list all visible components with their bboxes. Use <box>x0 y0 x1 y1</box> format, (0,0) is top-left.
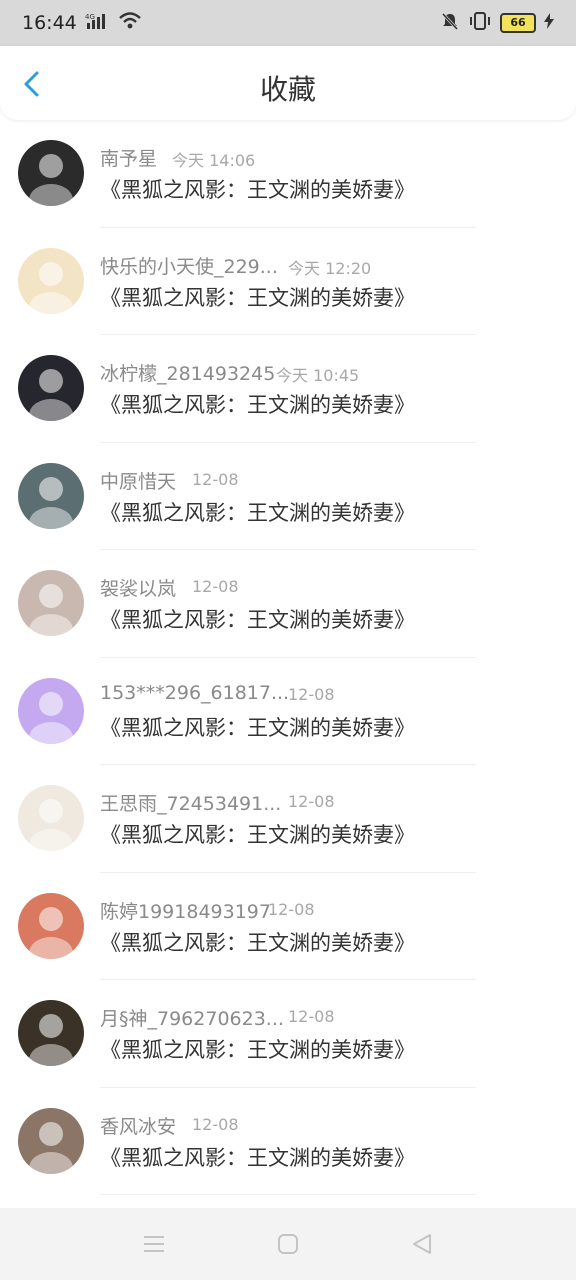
list-item[interactable]: 香风冰安 12-08 《黑狐之风影：王文渊的美娇妻》 <box>0 1088 576 1195</box>
avatar[interactable] <box>18 355 84 421</box>
timestamp: 12-08 <box>192 469 239 489</box>
avatar[interactable] <box>18 1000 84 1066</box>
avatar[interactable] <box>18 140 84 206</box>
list-item[interactable]: 月§神_796270623... 12-08 《黑狐之风影：王文渊的美娇妻》 <box>0 980 576 1088</box>
user-name: 袈裟以岚 <box>100 578 177 600</box>
status-bar-left: 16:44 4G <box>22 12 141 34</box>
book-title: 《黑狐之风影：王文渊的美娇妻》 <box>100 930 415 955</box>
user-name: 月§神_796270623... <box>100 1008 284 1030</box>
timestamp: 今天 10:45 <box>276 366 360 385</box>
menu-icon <box>144 1236 164 1252</box>
timestamp: 今天 14:06 <box>172 151 256 170</box>
status-bar: 16:44 4G 66 <box>0 0 576 46</box>
menu-button[interactable] <box>142 1232 166 1256</box>
list-item[interactable]: 南予星 今天 14:06 《黑狐之风影：王文渊的美娇妻》 <box>0 120 576 228</box>
book-title: 《黑狐之风影：王文渊的美娇妻》 <box>100 285 415 310</box>
back-nav-button[interactable] <box>410 1232 434 1256</box>
avatar[interactable] <box>18 247 84 314</box>
avatar[interactable] <box>18 892 84 959</box>
book-title: 《黑狐之风影：王文渊的美娇妻》 <box>100 823 415 847</box>
page-title: 收藏 <box>259 73 316 106</box>
book-title: 《黑狐之风影：王文渊的美娇妻》 <box>100 608 415 632</box>
system-nav-bar <box>0 1208 576 1280</box>
header: 收藏 <box>0 46 576 120</box>
list-item[interactable]: 中原惜天 12-08 《黑狐之风影：王文渊的美娇妻》 <box>0 443 576 550</box>
avatar[interactable] <box>18 1107 84 1174</box>
book-title: 《黑狐之风影：王文渊的美娇妻》 <box>100 1038 415 1062</box>
avatar[interactable] <box>18 677 84 744</box>
book-title: 《黑狐之风影：王文渊的美娇妻》 <box>100 500 415 525</box>
home-button[interactable] <box>276 1232 300 1256</box>
wifi-icon <box>118 12 141 34</box>
user-name: 南予星 <box>100 148 158 170</box>
user-name: 中原惜天 <box>100 470 177 493</box>
avatar[interactable] <box>18 462 84 529</box>
book-title: 《黑狐之风影：王文渊的美娇妻》 <box>100 393 415 417</box>
user-name: 冰柠檬_281493245 <box>100 363 276 385</box>
triangle-back-icon <box>413 1234 431 1254</box>
book-title: 《黑狐之风影：王文渊的美娇妻》 <box>100 715 415 740</box>
user-name: 快乐的小天使_229... <box>100 255 278 278</box>
charging-icon <box>544 13 554 33</box>
vibrate-icon <box>468 11 492 35</box>
mute-icon <box>440 11 460 35</box>
timestamp: 12-08 <box>192 1114 239 1134</box>
timestamp: 12-08 <box>192 577 239 596</box>
status-bar-right: 66 <box>440 11 554 35</box>
timestamp: 12-08 <box>288 1007 335 1026</box>
avatar[interactable] <box>18 785 84 851</box>
user-name: 王思雨_72453491... <box>100 793 282 815</box>
list-item[interactable]: 快乐的小天使_229... 今天 12:20 《黑狐之风影：王文渊的美娇妻》 <box>0 228 576 335</box>
divider <box>100 1194 476 1195</box>
list-item[interactable]: 冰柠檬_281493245 今天 10:45 《黑狐之风影：王文渊的美娇妻》 <box>0 335 576 443</box>
timestamp: 今天 12:20 <box>288 258 372 278</box>
book-title: 《黑狐之风影：王文渊的美娇妻》 <box>100 178 415 202</box>
timestamp: 12-08 <box>288 684 335 704</box>
home-icon <box>278 1234 298 1254</box>
list-item[interactable]: 陈婷19918493197 12-08 《黑狐之风影：王文渊的美娇妻》 <box>0 873 576 980</box>
user-name: 陈婷19918493197 <box>100 900 271 923</box>
favorites-list: 南予星 今天 14:06 《黑狐之风影：王文渊的美娇妻》 快乐的小天使_229... 今… <box>0 120 576 1195</box>
svg-text:4G: 4G <box>85 13 95 21</box>
avatar[interactable] <box>18 570 84 636</box>
user-name: 153***296_61817... <box>100 681 290 704</box>
timestamp: 12-08 <box>268 899 315 919</box>
signal-icon: 4G <box>85 12 111 34</box>
timestamp: 12-08 <box>288 792 335 811</box>
book-title: 《黑狐之风影：王文渊的美娇妻》 <box>100 1145 415 1170</box>
status-time: 16:44 <box>22 12 77 34</box>
list-item[interactable]: 王思雨_72453491... 12-08 《黑狐之风影：王文渊的美娇妻》 <box>0 765 576 873</box>
list-item[interactable]: 袈裟以岚 12-08 《黑狐之风影：王文渊的美娇妻》 <box>0 550 576 658</box>
battery-icon: 66 <box>500 13 536 33</box>
user-name: 香风冰安 <box>100 1115 177 1138</box>
list-item[interactable]: 153***296_61817... 12-08 《黑狐之风影：王文渊的美娇妻》 <box>0 658 576 765</box>
